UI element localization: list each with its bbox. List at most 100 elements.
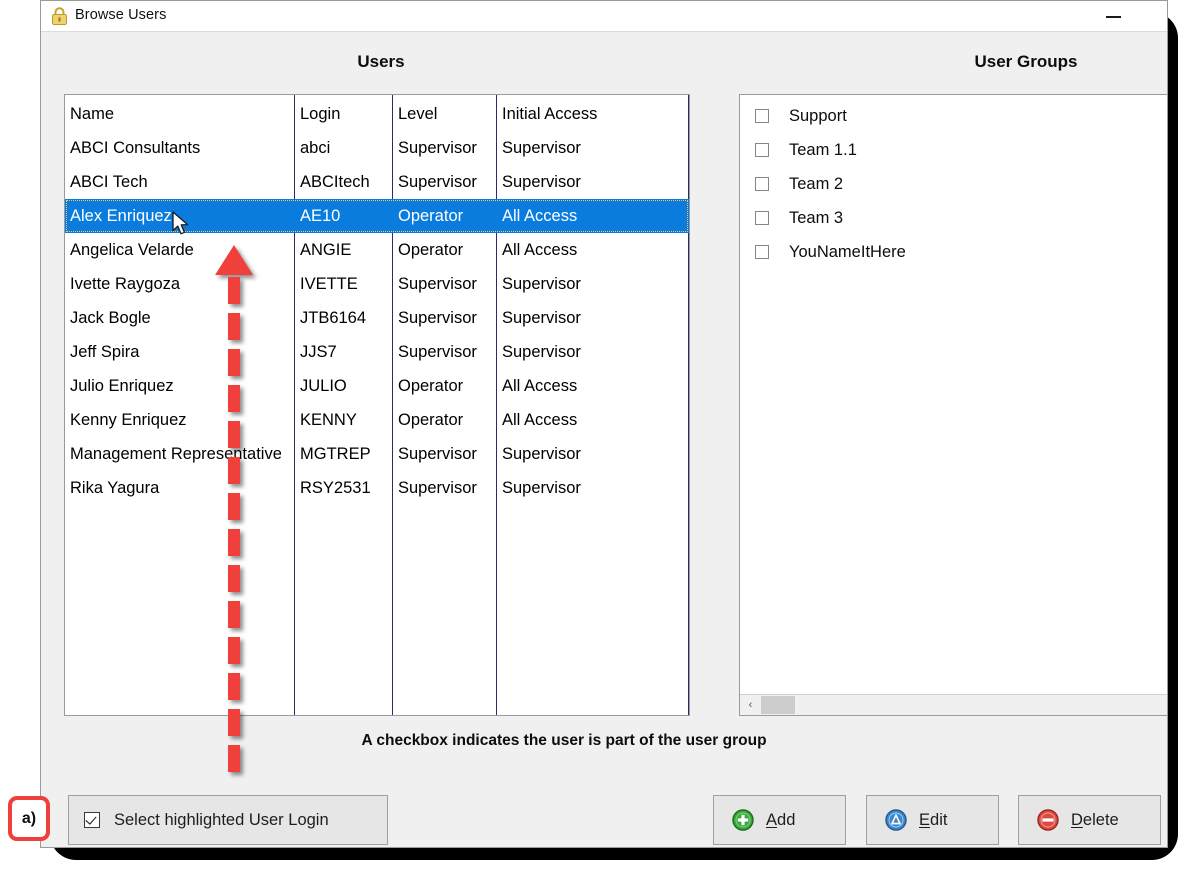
minimize-button[interactable] [1091, 1, 1137, 32]
list-item[interactable]: Team 1.1 [740, 133, 1167, 167]
checkbox-unchecked-icon[interactable] [755, 109, 769, 123]
cell-level: Operator [398, 376, 464, 395]
window-title: Browse Users [75, 7, 167, 23]
cell-access: All Access [502, 410, 578, 429]
cell-access: All Access [502, 240, 578, 259]
checkbox-unchecked-icon[interactable] [755, 143, 769, 157]
grid-header-access: Initial Access [502, 104, 598, 123]
list-item[interactable]: YouNameItHere [740, 235, 1167, 269]
arrow-dash [228, 421, 240, 448]
scroll-left-icon[interactable]: ‹ [740, 695, 761, 715]
users-panel-title: Users [357, 52, 405, 71]
cell-login: MGTREP [300, 444, 371, 463]
edit-button[interactable]: Edit [866, 795, 999, 845]
list-item[interactable]: Support [740, 99, 1167, 133]
add-button[interactable]: Add [713, 795, 846, 845]
cell-level: Supervisor [398, 478, 477, 497]
cell-access: Supervisor [502, 308, 581, 327]
cell-level: Supervisor [398, 172, 477, 191]
table-row[interactable]: ABCI Consultants abci Supervisor Supervi… [65, 131, 689, 165]
cell-level: Supervisor [398, 138, 477, 157]
annotation-arrow-up [215, 245, 261, 790]
checkbox-unchecked-icon[interactable] [755, 245, 769, 259]
table-row[interactable]: Julio Enriquez JULIO Operator All Access [65, 369, 689, 403]
select-login-label: Select highlighted User Login [114, 810, 329, 829]
arrow-dash [228, 601, 240, 628]
group-label: Support [789, 106, 847, 125]
checkbox-checked-icon[interactable] [84, 812, 100, 828]
arrow-dash [228, 529, 240, 556]
cell-level: Supervisor [398, 342, 477, 361]
lock-icon [52, 7, 67, 25]
cell-level: Supervisor [398, 274, 477, 293]
users-grid[interactable]: Name Login Level Initial Access ABCI Con… [64, 94, 690, 716]
edit-label: Edit [919, 810, 948, 829]
table-row[interactable]: Management Representative MGTREP Supervi… [65, 437, 689, 471]
triangle-circle-icon [885, 809, 907, 831]
cell-level: Operator [398, 206, 464, 225]
grid-header-row: Name Login Level Initial Access [65, 97, 689, 131]
cell-login: IVETTE [300, 274, 358, 293]
cell-level: Operator [398, 410, 464, 429]
group-label: Team 3 [789, 208, 844, 227]
arrow-dash [228, 709, 240, 736]
checkbox-unchecked-icon[interactable] [755, 211, 769, 225]
arrow-dash [228, 349, 240, 376]
arrow-head [215, 245, 253, 275]
screenshot-root: Browse Users Users User Groups Name Logi… [0, 0, 1181, 880]
checkbox-unchecked-icon[interactable] [755, 177, 769, 191]
cell-login: abci [300, 138, 331, 157]
arrow-dash [228, 565, 240, 592]
table-row[interactable]: Angelica Velarde ANGIE Operator All Acce… [65, 233, 689, 267]
browse-users-window: Browse Users Users User Groups Name Logi… [40, 0, 1168, 848]
cell-level: Supervisor [398, 308, 477, 327]
arrow-dash [228, 313, 240, 340]
mouse-cursor-icon [172, 211, 189, 235]
cell-access: Supervisor [502, 478, 581, 497]
list-item[interactable]: Team 3 [740, 201, 1167, 235]
delete-label: Delete [1071, 810, 1119, 829]
cell-login: AE10 [300, 206, 341, 225]
table-row[interactable]: Rika Yagura RSY2531 Supervisor Superviso… [65, 471, 689, 505]
arrow-dash [228, 457, 240, 484]
user-groups-list[interactable]: Support Team 1.1 Team 2 Team 3 YouNameIt… [739, 94, 1167, 716]
cell-access: Supervisor [502, 138, 581, 157]
table-row[interactable]: Jack Bogle JTB6164 Supervisor Supervisor [65, 301, 689, 335]
cell-login: JULIO [300, 376, 347, 395]
grid-header-login: Login [300, 104, 341, 123]
table-row[interactable]: ABCI Tech ABCItech Supervisor Supervisor [65, 165, 689, 199]
group-label: Team 1.1 [789, 140, 857, 159]
add-label: Add [766, 810, 796, 829]
title-bar: Browse Users [41, 1, 1167, 32]
arrow-dash [228, 493, 240, 520]
cell-name: ABCI Consultants [70, 138, 201, 157]
cell-login: RSY2531 [300, 478, 371, 497]
list-item[interactable]: Team 2 [740, 167, 1167, 201]
table-row-selected[interactable]: Alex Enriquez AE10 Operator All Access [65, 199, 689, 233]
cell-access: Supervisor [502, 172, 581, 191]
checkbox-hint-text: A checkbox indicates the user is part of… [361, 732, 767, 749]
cell-access: Supervisor [502, 342, 581, 361]
figure-label-badge: a) [8, 796, 50, 841]
scrollbar-thumb[interactable] [761, 696, 795, 714]
cell-access: All Access [502, 206, 578, 225]
grid-header-level: Level [398, 104, 438, 123]
cell-access: Supervisor [502, 444, 581, 463]
table-row[interactable]: Ivette Raygoza IVETTE Supervisor Supervi… [65, 267, 689, 301]
arrow-dash [228, 385, 240, 412]
window-client-area: Users User Groups Name Login Level Initi… [41, 32, 1167, 847]
table-row[interactable]: Kenny Enriquez KENNY Operator All Access [65, 403, 689, 437]
cell-login: ANGIE [300, 240, 352, 259]
cell-access: All Access [502, 376, 578, 395]
table-row[interactable]: Jeff Spira JJS7 Supervisor Supervisor [65, 335, 689, 369]
delete-button[interactable]: Delete [1018, 795, 1161, 845]
cell-level: Operator [398, 240, 464, 259]
minus-circle-icon [1037, 809, 1059, 831]
grid-header-name: Name [70, 104, 115, 123]
horizontal-scrollbar[interactable]: ‹ [740, 694, 1167, 715]
arrow-dash [228, 673, 240, 700]
select-highlighted-user-login-button[interactable]: Select highlighted User Login [68, 795, 388, 845]
cell-level: Supervisor [398, 444, 477, 463]
group-label: YouNameItHere [789, 242, 906, 261]
cell-login: ABCItech [300, 172, 370, 191]
